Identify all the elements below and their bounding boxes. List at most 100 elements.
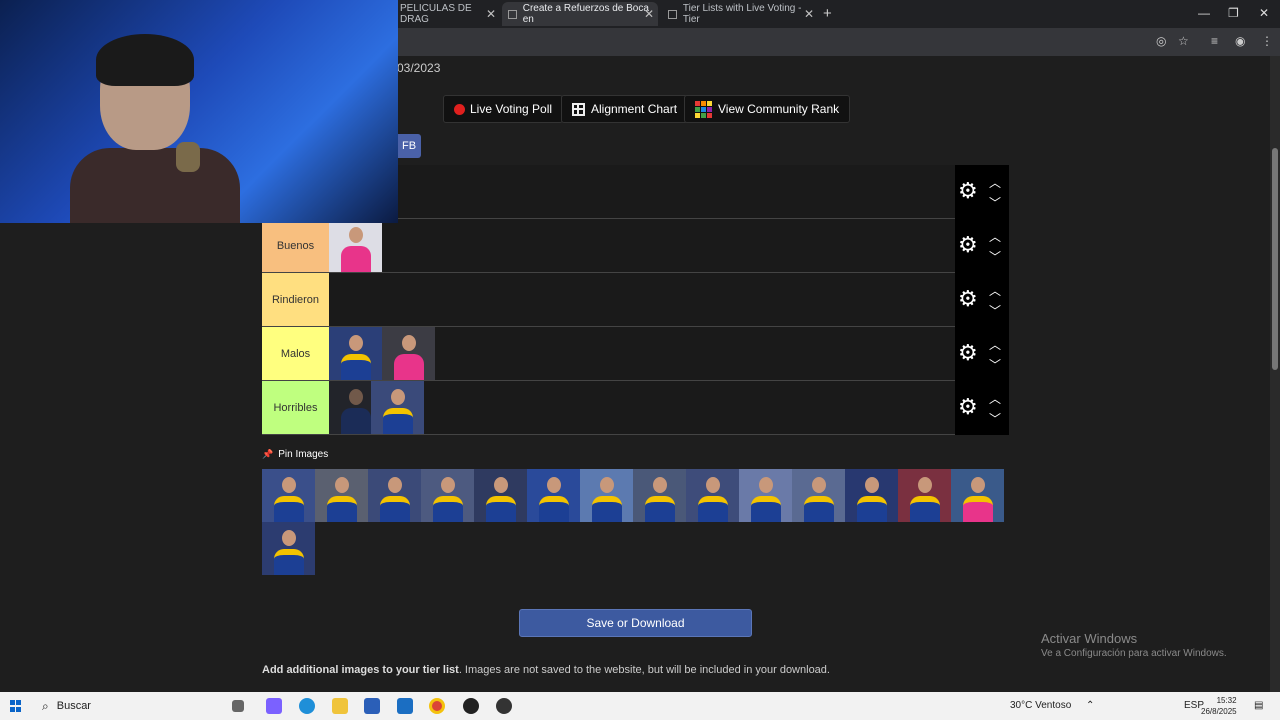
media-icon[interactable]: ≡ <box>1211 34 1218 48</box>
weather-text[interactable]: 30°C Ventoso <box>1010 700 1071 711</box>
grid-icon <box>572 102 585 116</box>
obs-icon[interactable] <box>496 698 512 714</box>
gear-icon[interactable]: ⚙ <box>958 396 978 418</box>
store-icon[interactable] <box>364 698 380 714</box>
tier-drop-zone[interactable] <box>329 381 1009 434</box>
pin-images-toggle[interactable]: 📌 Pin Images <box>262 449 328 460</box>
copilot-icon[interactable] <box>266 698 282 714</box>
tier-row-horribles: Horribles ⚙ ︿ ﹀ <box>262 381 1009 435</box>
player-shirt <box>327 496 357 522</box>
community-rank-button[interactable]: View Community Rank <box>684 95 851 123</box>
search-icon: ⌕ <box>42 698 49 713</box>
pool-player-image[interactable] <box>898 469 951 522</box>
chevron-down-icon[interactable]: ﹀ <box>989 248 1001 265</box>
tab-label: Create a Refuerzos de Boca en <box>522 3 649 25</box>
player-shirt <box>341 246 371 272</box>
tier-controls: ⚙ ︿ ﹀ <box>955 327 1009 381</box>
taskbar-search[interactable]: ⌕ Buscar <box>34 696 220 716</box>
close-icon[interactable]: ✕ <box>486 7 496 21</box>
pool-player-image[interactable] <box>421 469 474 522</box>
pool-player-image[interactable] <box>845 469 898 522</box>
file-explorer-icon[interactable] <box>332 698 348 714</box>
outlook-icon[interactable] <box>397 698 413 714</box>
close-icon[interactable]: ✕ <box>644 7 654 21</box>
player-shirt <box>963 496 993 522</box>
chevron-down-icon[interactable]: ﹀ <box>989 410 1001 427</box>
chrome-icon[interactable] <box>429 698 445 714</box>
pool-player-image[interactable] <box>262 469 315 522</box>
player-image[interactable] <box>382 327 435 380</box>
pool-player-image[interactable] <box>633 469 686 522</box>
player-image-dragging[interactable] <box>371 381 424 434</box>
tab-create-tierlist[interactable]: Create a Refuerzos de Boca en ✕ <box>502 2 658 26</box>
pool-player-image[interactable] <box>368 469 421 522</box>
player-head <box>812 477 826 493</box>
gear-icon[interactable]: ⚙ <box>958 288 978 310</box>
minimize-button[interactable]: — <box>1198 6 1210 20</box>
scrollbar-thumb[interactable] <box>1272 148 1278 370</box>
windows-start-icon[interactable] <box>10 700 22 712</box>
gear-icon[interactable]: ⚙ <box>958 180 978 202</box>
tier-drop-zone[interactable] <box>329 219 1009 272</box>
gear-icon[interactable]: ⚙ <box>958 234 978 256</box>
facebook-share-button[interactable]: FB <box>397 134 421 158</box>
gear-icon[interactable]: ⚙ <box>958 342 978 364</box>
chevron-down-icon[interactable]: ﹀ <box>989 194 1001 211</box>
maximize-button[interactable]: ❐ <box>1228 6 1239 20</box>
pool-player-image[interactable] <box>739 469 792 522</box>
pool-player-image[interactable] <box>315 469 368 522</box>
close-icon[interactable]: ✕ <box>804 7 814 21</box>
tier-drop-zone[interactable] <box>329 165 1009 218</box>
chevron-up-icon[interactable]: ︿ <box>989 336 1001 353</box>
player-image[interactable] <box>329 327 382 380</box>
profile-icon[interactable]: ◉ <box>1235 34 1245 48</box>
player-shirt <box>274 549 304 575</box>
pool-player-image[interactable] <box>474 469 527 522</box>
player-shirt <box>341 408 371 434</box>
pool-player-image[interactable] <box>686 469 739 522</box>
tier-controls: ⚙ ︿ ﹀ <box>955 381 1009 435</box>
alignment-chart-button[interactable]: Alignment Chart <box>561 95 689 123</box>
tier-label[interactable]: Malos <box>262 327 329 380</box>
tab-tier-lists-live[interactable]: Tier Lists with Live Voting - Tier ✕ <box>662 2 818 26</box>
eye-off-icon[interactable]: ◎ <box>1156 34 1166 48</box>
chevron-up-icon[interactable]: ︿ <box>989 228 1001 245</box>
tab-peliculas[interactable]: PELICULAS DE DRAG ✕ <box>394 2 500 26</box>
chevron-up-icon[interactable]: ︿ <box>989 282 1001 299</box>
tier-label[interactable]: Buenos <box>262 219 329 272</box>
task-view-icon[interactable] <box>232 700 244 712</box>
pool-player-image[interactable] <box>951 469 1004 522</box>
edge-icon[interactable] <box>299 698 315 714</box>
chevron-down-icon[interactable]: ﹀ <box>989 302 1001 319</box>
live-voting-button[interactable]: Live Voting Poll <box>443 95 564 123</box>
player-image[interactable] <box>329 219 382 272</box>
tier-drop-zone[interactable] <box>329 327 1009 380</box>
tier-drop-zone[interactable] <box>329 273 1009 326</box>
taskbar-clock[interactable]: 15:32 26/8/2025 <box>1201 695 1237 717</box>
player-shirt <box>857 496 887 522</box>
tier-label[interactable]: Rindieron <box>262 273 329 326</box>
chevron-down-icon[interactable]: ﹀ <box>989 356 1001 373</box>
player-shirt <box>910 496 940 522</box>
tier-controls: ⚙ ︿ ﹀ <box>955 165 1009 219</box>
pool-player-image[interactable] <box>527 469 580 522</box>
app-icon[interactable] <box>463 698 479 714</box>
tier-label[interactable]: Horribles <box>262 381 329 434</box>
image-pool <box>262 469 1009 575</box>
save-download-button[interactable]: Save or Download <box>519 609 752 637</box>
new-tab-button[interactable]: + <box>823 5 832 22</box>
player-shirt <box>751 496 781 522</box>
player-image[interactable] <box>329 381 371 434</box>
pool-player-image[interactable] <box>262 522 315 575</box>
tray-arrow-icon[interactable]: ⌃ <box>1086 700 1094 711</box>
watermark-subtitle: Ve a Configuración para activar Windows. <box>1041 648 1227 659</box>
pool-player-image[interactable] <box>580 469 633 522</box>
star-icon[interactable]: ☆ <box>1178 34 1189 48</box>
tier-controls: ⚙ ︿ ﹀ <box>955 219 1009 273</box>
chevron-up-icon[interactable]: ︿ <box>989 390 1001 407</box>
chevron-up-icon[interactable]: ︿ <box>989 174 1001 191</box>
notification-icon[interactable]: ▤ <box>1254 700 1263 711</box>
menu-icon[interactable]: ⋮ <box>1261 34 1273 48</box>
pool-player-image[interactable] <box>792 469 845 522</box>
window-close-button[interactable]: ✕ <box>1259 6 1269 20</box>
